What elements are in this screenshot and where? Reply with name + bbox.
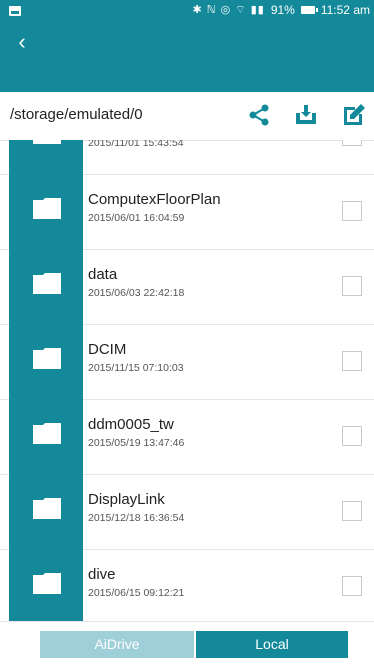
folder-thumb (9, 550, 83, 621)
item-checkbox[interactable] (342, 140, 362, 146)
battery-percent: 91% (270, 3, 295, 17)
folder-thumb (9, 475, 83, 550)
status-right: ✱ ℕ ◎ ⌔ ▮▮ 91% 11:52 am (193, 3, 370, 17)
storage-tabs: AiDrive Local (0, 621, 374, 665)
item-checkbox[interactable] (342, 201, 362, 221)
list-item[interactable]: DCIM 2015/11/15 07:10:03 (0, 325, 374, 400)
back-icon[interactable]: ‹ (10, 30, 34, 54)
item-checkbox[interactable] (342, 351, 362, 371)
item-date: 2015/06/03 22:42:18 (88, 287, 185, 299)
item-name: ComputexFloorPlan (88, 191, 221, 208)
item-checkbox[interactable] (342, 426, 362, 446)
clock: 11:52 am (320, 3, 370, 17)
item-checkbox[interactable] (342, 501, 362, 521)
share-icon[interactable] (246, 102, 272, 128)
folder-icon (33, 198, 61, 219)
item-date: 2015/11/01 15:43:54 (88, 140, 184, 149)
folder-icon (33, 273, 61, 294)
download-icon[interactable] (293, 102, 319, 128)
app-bar: ‹ (0, 24, 374, 92)
file-list: 2015/11/01 15:43:54 ComputexFloorPlan 20… (0, 140, 374, 621)
folder-thumb (9, 250, 83, 325)
folder-icon (33, 348, 61, 369)
path-bar: /storage/emulated/0 (0, 92, 374, 141)
edit-icon[interactable] (341, 102, 367, 128)
current-path: /storage/emulated/0 (10, 106, 143, 123)
folder-icon (33, 573, 61, 594)
item-checkbox[interactable] (342, 576, 362, 596)
list-item[interactable]: ddm0005_tw 2015/05/19 13:47:46 (0, 400, 374, 475)
item-name: data (88, 266, 118, 283)
tab-aidrive[interactable]: AiDrive (40, 631, 194, 658)
list-item[interactable]: ComputexFloorPlan 2015/06/01 16:04:59 (0, 175, 374, 250)
folder-thumb (9, 140, 83, 175)
item-date: 2015/06/15 09:12:21 (88, 587, 185, 599)
item-name: DisplayLink (88, 491, 165, 508)
folder-thumb (9, 175, 83, 250)
tab-local[interactable]: Local (196, 631, 348, 658)
item-name: DCIM (88, 341, 127, 358)
folder-icon (33, 423, 61, 444)
item-checkbox[interactable] (342, 276, 362, 296)
item-date: 2015/05/19 13:47:46 (88, 437, 185, 449)
item-name: ddm0005_tw (88, 416, 174, 433)
list-item[interactable]: DisplayLink 2015/12/18 16:36:54 (0, 475, 374, 550)
list-item[interactable]: data 2015/06/03 22:42:18 (0, 250, 374, 325)
folder-thumb (9, 325, 83, 400)
list-item[interactable]: dive 2015/06/15 09:12:21 (0, 550, 374, 621)
battery-icon (300, 6, 318, 14)
system-icons: ✱ ℕ ◎ ⌔ ▮▮ (192, 4, 265, 16)
item-date: 2015/06/01 16:04:59 (88, 212, 185, 224)
folder-icon (33, 498, 61, 519)
status-bar: ✱ ℕ ◎ ⌔ ▮▮ 91% 11:52 am (0, 0, 374, 24)
notification-icon (9, 6, 21, 16)
list-item[interactable]: 2015/11/01 15:43:54 (0, 140, 374, 175)
item-date: 2015/12/18 16:36:54 (88, 512, 185, 524)
folder-thumb (9, 400, 83, 475)
item-name: dive (88, 566, 116, 583)
item-date: 2015/11/15 07:10:03 (88, 362, 184, 374)
folder-icon (33, 140, 61, 144)
